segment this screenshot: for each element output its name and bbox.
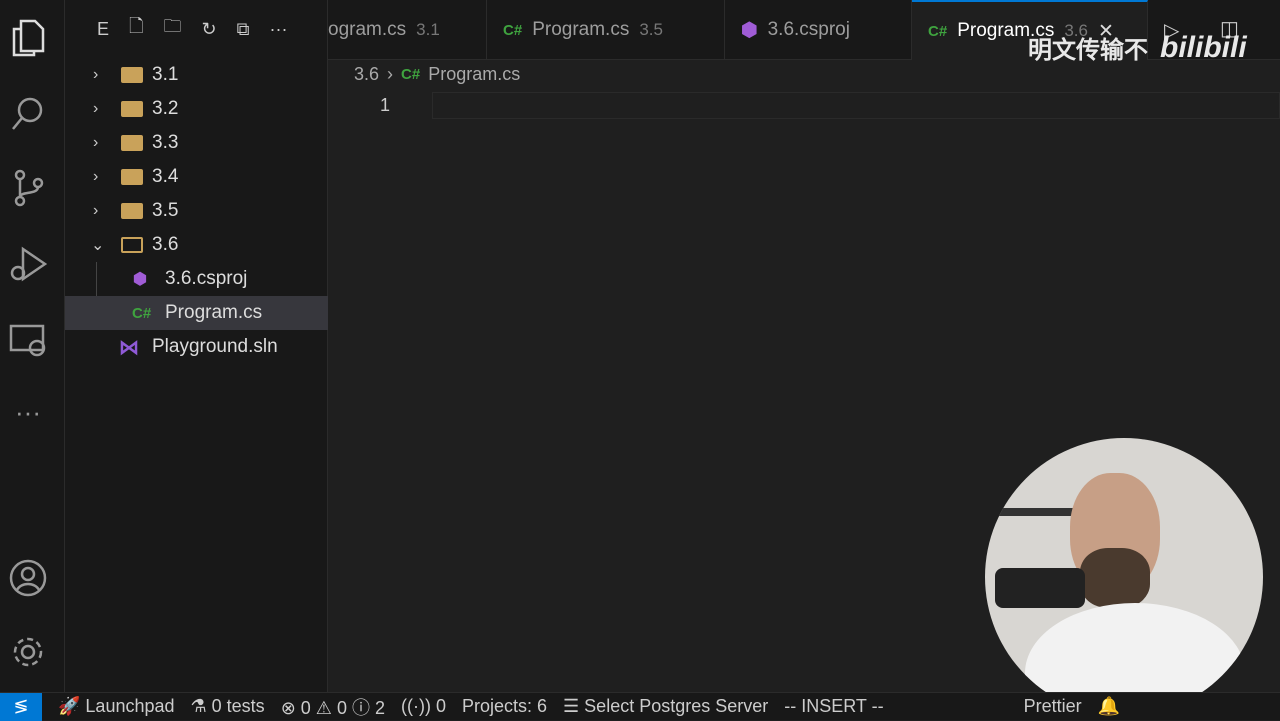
csproj-icon: ⬢ [741, 19, 758, 41]
line-number: 1 [380, 95, 391, 115]
folder-icon [121, 203, 143, 219]
run-debug-icon[interactable] [8, 244, 48, 284]
explorer-header: E 🗋 🗀 ↻ ⧉ ··· [65, 0, 327, 58]
tree-file-sln[interactable]: ⋈ Playground.sln [65, 330, 328, 364]
vim-mode: -- INSERT -- [784, 696, 884, 716]
prettier-item[interactable]: Prettier [1024, 696, 1082, 717]
source-control-icon[interactable] [8, 168, 48, 208]
bilibili-logo: bilibili [1160, 30, 1247, 64]
info-count: 2 [374, 697, 385, 718]
tab-program-cs-3-5[interactable]: C# Program.cs 3.5 [487, 0, 725, 60]
collapse-all-icon[interactable]: ⧉ [237, 19, 250, 40]
remote-indicator-icon[interactable]: ≶ [0, 692, 42, 721]
notifications-bell-icon[interactable]: 🔔 [1098, 696, 1120, 717]
tab-csproj[interactable]: ⬢ 3.6.csproj [725, 0, 912, 60]
files-icon[interactable] [8, 18, 48, 58]
account-icon[interactable] [8, 558, 48, 598]
csproj-icon: ⬢ [133, 271, 147, 288]
tree-label: 3.3 [152, 132, 179, 153]
visual-studio-icon: ⋈ [119, 336, 139, 359]
tree-folder-3-6[interactable]: ⌄ 3.6 [65, 228, 328, 262]
tab-description: 3.5 [639, 20, 663, 39]
tree-label: 3.1 [152, 64, 179, 85]
tree-label: Playground.sln [152, 336, 278, 357]
tests-label: 0 tests [211, 696, 265, 716]
launchpad-label: Launchpad [85, 696, 175, 716]
more-actions-icon[interactable]: ··· [269, 19, 287, 40]
ports-item[interactable]: ((·)) 0 [401, 696, 446, 717]
tree-folder-3-3[interactable]: › 3.3 [65, 126, 328, 160]
folder-icon [121, 67, 143, 83]
explorer-sidebar: E 🗋 🗀 ↻ ⧉ ··· › 3.1 › 3.2 › 3.3 › 3.4 › 3.5 ⌄… [65, 0, 328, 692]
projects-item[interactable]: Projects: 6 [462, 696, 547, 717]
chevron-right-icon: › [93, 100, 99, 117]
folder-icon [121, 135, 143, 151]
tree-label: 3.6.csproj [165, 268, 248, 289]
tree-file-program-cs[interactable]: C# Program.cs [65, 296, 328, 330]
tree-label: 3.6 [152, 234, 179, 255]
csharp-icon: C# [503, 21, 523, 39]
more-icon[interactable]: ··· [8, 392, 48, 432]
tab-label: ogram.cs [328, 19, 407, 40]
problems-item[interactable]: ⊗ 0 ⚠ 0 ⓘ 2 [281, 694, 385, 720]
postgres-label: Select Postgres Server [584, 696, 769, 716]
error-count: 0 [300, 697, 311, 718]
tree-folder-3-1[interactable]: › 3.1 [65, 58, 328, 92]
activity-bar: ··· [0, 0, 65, 692]
chevron-right-icon: › [93, 134, 99, 151]
tree-label: 3.4 [152, 166, 179, 187]
tree-folder-3-4[interactable]: › 3.4 [65, 160, 328, 194]
breadcrumb-folder[interactable]: 3.6 [354, 64, 379, 85]
refresh-icon[interactable]: ↻ [202, 19, 217, 40]
new-file-icon[interactable]: 🗋 [129, 14, 143, 44]
tree-file-csproj[interactable]: ⬢ 3.6.csproj [65, 262, 328, 296]
editor-current-line[interactable] [432, 92, 1280, 119]
csharp-icon: C# [132, 304, 152, 322]
chevron-right-icon: › [93, 202, 99, 219]
chevron-right-icon: › [387, 64, 394, 84]
tree-label: 3.2 [152, 98, 179, 119]
remote-explorer-icon[interactable] [8, 320, 48, 360]
tree-label: 3.5 [152, 200, 179, 221]
folder-icon [121, 169, 143, 185]
chevron-right-icon: › [93, 66, 99, 83]
explorer-title: E [97, 18, 110, 39]
tab-description: 3.1 [416, 20, 440, 39]
launchpad-item[interactable]: 🚀 Launchpad [58, 696, 175, 717]
tree-folder-3-2[interactable]: › 3.2 [65, 92, 328, 126]
tree-label: Program.cs [165, 302, 263, 323]
postgres-item[interactable]: ☰ Select Postgres Server [563, 696, 768, 717]
csharp-icon: C# [928, 22, 948, 40]
csharp-icon: C# [401, 66, 421, 83]
chevron-right-icon: › [93, 168, 99, 185]
status-bar: ≶ 🚀 Launchpad ⚗ 0 tests ⊗ 0 ⚠ 0 ⓘ 2 ((·)… [0, 692, 1280, 721]
webcam-overlay [985, 438, 1263, 716]
settings-gear-icon[interactable] [8, 632, 48, 672]
search-icon[interactable] [8, 94, 48, 134]
bilibili-watermark: 明文传输不 bilibili [1028, 30, 1247, 65]
tests-item[interactable]: ⚗ 0 tests [191, 696, 265, 717]
ports-count: 0 [435, 696, 446, 716]
tree-folder-3-5[interactable]: › 3.5 [65, 194, 328, 228]
new-folder-icon[interactable]: 🗀 [164, 14, 182, 44]
tab-program-cs-3-1[interactable]: ogram.cs 3.1 [328, 0, 487, 60]
tab-label: 3.6.csproj [767, 19, 850, 40]
folder-open-icon [121, 237, 143, 253]
warning-count: 0 [336, 697, 347, 718]
chevron-down-icon: ⌄ [91, 237, 105, 254]
tab-label: Program.cs [532, 19, 630, 40]
watermark-text: 明文传输不 [1028, 37, 1148, 64]
folder-icon [121, 101, 143, 117]
breadcrumb: 3.6 › C# Program.cs [354, 64, 520, 85]
breadcrumb-file[interactable]: Program.cs [428, 64, 520, 85]
